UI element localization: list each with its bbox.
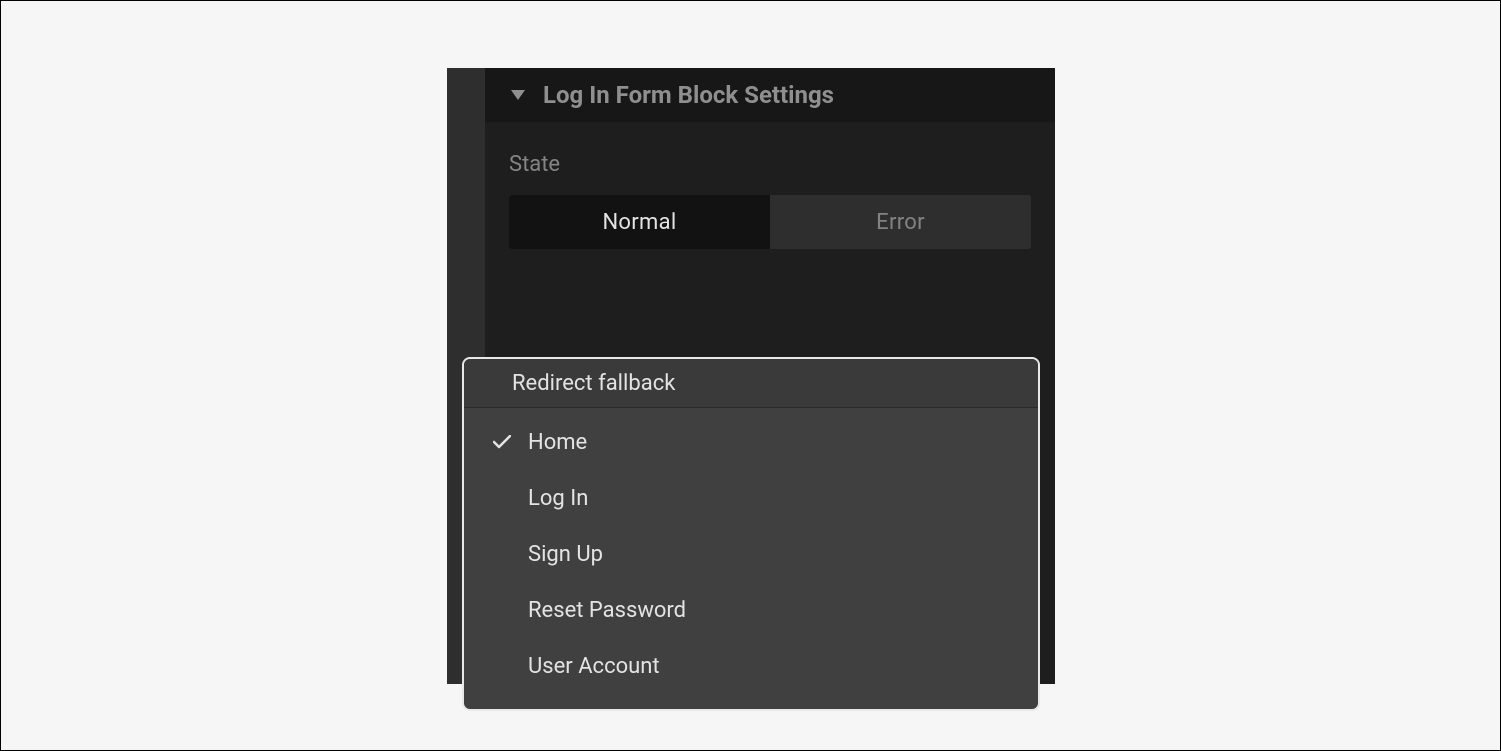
state-option-normal[interactable]: Normal [509,195,770,249]
state-toggle[interactable]: Normal Error [509,195,1031,249]
stage: Log In Form Block Settings State Normal … [0,0,1501,751]
dropdown-item-label: User Account [528,654,1014,679]
dropdown-item-reset-password[interactable]: Reset Password [464,582,1038,638]
state-label: State [509,152,1031,177]
dropdown-item-label: Log In [528,486,1014,511]
check-icon [488,435,516,449]
dropdown-list: Home Log In Sign Up Reset Password User … [464,408,1038,706]
dropdown-item-label: Home [528,430,1014,455]
panel-title: Log In Form Block Settings [543,81,834,109]
state-option-error[interactable]: Error [770,195,1031,249]
dropdown-item-user-account[interactable]: User Account [464,638,1038,694]
dropdown-item-home[interactable]: Home [464,414,1038,470]
chevron-down-icon[interactable] [509,86,527,104]
dropdown-item-label: Sign Up [528,542,1014,567]
state-section: State Normal Error [485,122,1055,249]
dropdown-item-log-in[interactable]: Log In [464,470,1038,526]
redirect-fallback-dropdown[interactable]: Redirect fallback Home Log In Sign Up Re… [462,357,1040,711]
dropdown-item-label: Reset Password [528,598,1014,623]
dropdown-header: Redirect fallback [464,359,1038,408]
panel-header[interactable]: Log In Form Block Settings [485,68,1055,122]
dropdown-item-sign-up[interactable]: Sign Up [464,526,1038,582]
